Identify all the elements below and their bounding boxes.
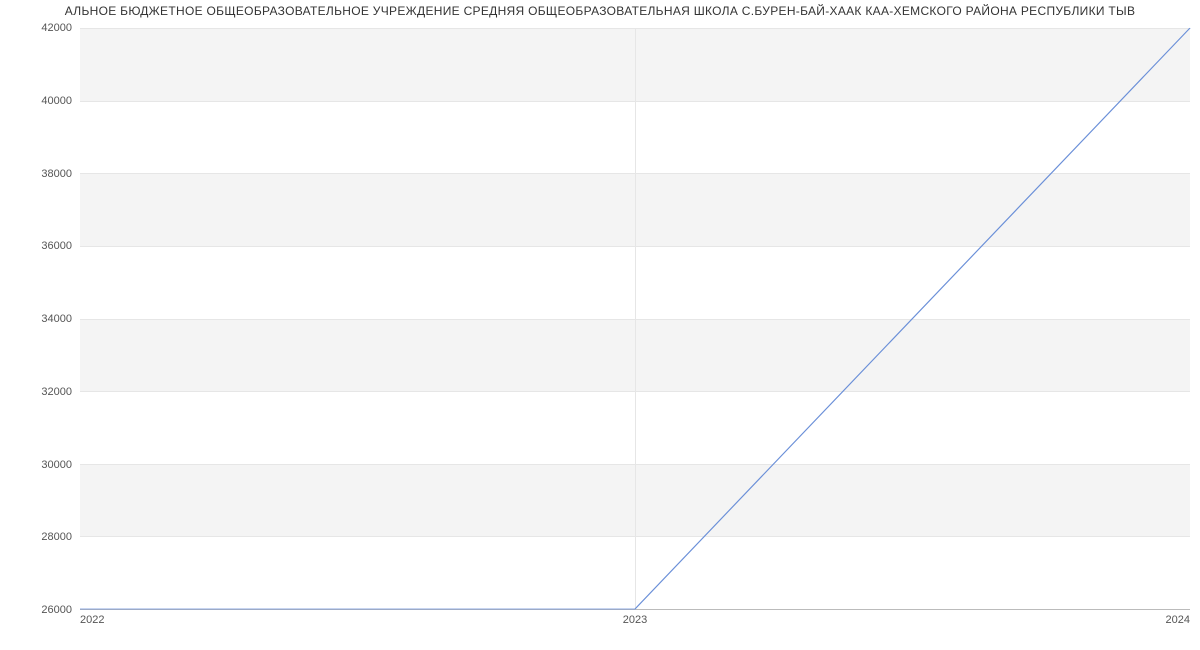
x-tick-label: 2022 [80,614,104,626]
chart-title: АЛЬНОЕ БЮДЖЕТНОЕ ОБЩЕОБРАЗОВАТЕЛЬНОЕ УЧР… [0,4,1200,18]
y-tick-label: 34000 [12,313,72,325]
y-tick-label: 30000 [12,459,72,471]
line-series [80,28,1190,609]
y-tick-label: 36000 [12,240,72,252]
y-tick-label: 42000 [12,22,72,34]
y-tick-label: 40000 [12,95,72,107]
chart-container: АЛЬНОЕ БЮДЖЕТНОЕ ОБЩЕОБРАЗОВАТЕЛЬНОЕ УЧР… [0,0,1200,650]
y-tick-label: 28000 [12,531,72,543]
plot-area [80,28,1190,610]
y-tick-label: 26000 [12,604,72,616]
x-tick-label: 2023 [623,614,647,626]
x-tick-label: 2024 [1166,614,1190,626]
y-tick-label: 32000 [12,386,72,398]
y-tick-label: 38000 [12,168,72,180]
